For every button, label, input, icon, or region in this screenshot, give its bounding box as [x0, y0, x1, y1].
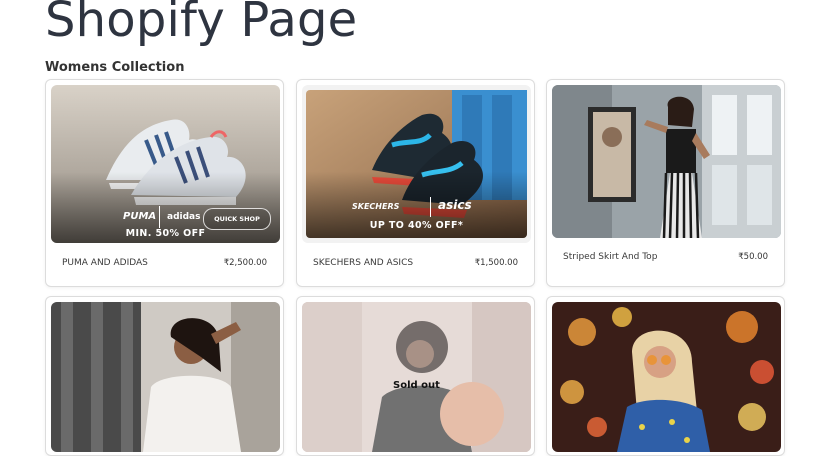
product-name[interactable]: SKECHERS AND ASICS [313, 258, 413, 268]
product-info: SKECHERS AND ASICS ₹1,500.00 [313, 258, 518, 268]
product-name[interactable]: Striped Skirt And Top [563, 252, 657, 262]
brand-adidas-logo: adidas [167, 212, 201, 222]
model-photo [552, 85, 781, 238]
product-card[interactable] [546, 296, 785, 456]
product-image[interactable]: Sold out [302, 302, 531, 452]
product-name[interactable]: PUMA AND ADIDAS [62, 258, 148, 268]
product-info: PUMA AND ADIDAS ₹2,500.00 [62, 258, 267, 268]
quick-shop-button[interactable]: QUICK SHOP [203, 208, 271, 230]
product-card-skechers-asics[interactable]: SKECHERS asics UP TO 40% OFF* SKECHERS A… [296, 79, 535, 287]
product-price: ₹1,500.00 [474, 258, 518, 268]
product-card-sold-out[interactable]: Sold out [296, 296, 535, 456]
page-title: Shopify Page [45, 0, 358, 48]
brand-skechers-logo: SKECHERS [352, 202, 400, 211]
product-price: ₹2,500.00 [223, 258, 267, 268]
offer-text: UP TO 40% OFF* [369, 220, 464, 231]
sold-out-label: Sold out [393, 380, 440, 391]
model-photo [51, 302, 280, 452]
model-photo [552, 302, 781, 452]
product-image[interactable]: SKECHERS asics UP TO 40% OFF* [302, 85, 531, 243]
product-image[interactable] [552, 302, 781, 452]
product-card[interactable] [45, 296, 284, 456]
product-image[interactable] [51, 302, 280, 452]
brand-puma-logo: PUMA [123, 211, 157, 222]
brand-divider [430, 197, 431, 217]
section-title: Womens Collection [45, 60, 185, 75]
brand-divider [159, 206, 160, 228]
model-photo [302, 302, 531, 452]
product-image[interactable]: PUMA adidas QUICK SHOP MIN. 50% OFF [51, 85, 280, 243]
product-image[interactable] [552, 85, 781, 238]
product-price: ₹50.00 [738, 252, 768, 262]
product-info: Striped Skirt And Top ₹50.00 [563, 252, 768, 262]
product-card-puma-adidas[interactable]: PUMA adidas QUICK SHOP MIN. 50% OFF PUMA… [45, 79, 284, 287]
product-card-striped-skirt[interactable]: Striped Skirt And Top ₹50.00 [546, 79, 785, 287]
offer-text: MIN. 50% OFF [125, 228, 206, 239]
brand-asics-logo: asics [438, 198, 472, 212]
